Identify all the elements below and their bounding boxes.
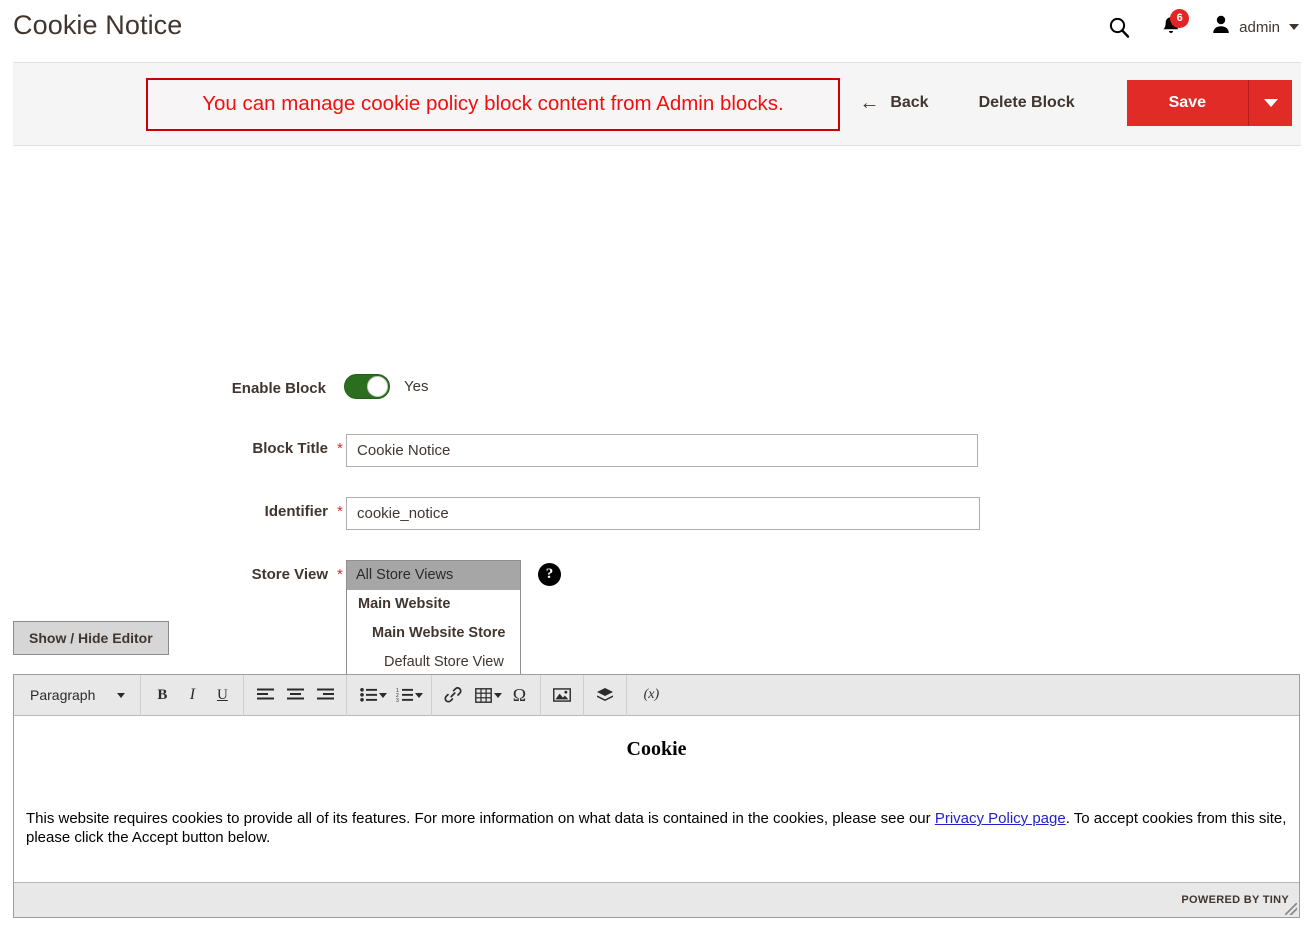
store-view-label: Store View [218,560,328,584]
notification-count-badge: 6 [1170,9,1189,28]
delete-block-button[interactable]: Delete Block [943,86,1101,120]
field-enable-block: Enable Block Yes [218,374,428,399]
store-view-option-website[interactable]: Main Website [347,590,520,619]
show-hide-editor-button[interactable]: Show / Hide Editor [13,621,169,655]
field-block-title: Block Title * [218,434,978,467]
help-circle-icon[interactable]: ? [538,563,561,586]
align-center-icon[interactable] [280,681,310,710]
align-right-icon[interactable] [310,681,340,710]
search-icon [1107,15,1131,39]
content-editor-section: Show / Hide Editor Paragraph B I U [13,621,1300,918]
bold-icon[interactable]: B [147,681,177,710]
toolbar-group-format: Paragraph [18,675,141,716]
chevron-down-icon [1264,99,1278,107]
save-split-button: Save [1127,80,1292,126]
header-actions: 6 admin [1093,11,1301,43]
underline-icon[interactable]: U [207,681,237,710]
bell-icon: 6 [1159,14,1183,40]
page-header: Cookie Notice 6 [0,0,1313,62]
user-avatar-icon [1211,14,1231,40]
chevron-down-icon[interactable] [415,693,423,698]
link-icon[interactable] [438,681,468,710]
editor-heading: Cookie [26,738,1287,761]
save-options-button[interactable] [1248,80,1292,126]
insert-image-icon[interactable] [547,681,577,710]
toolbar-group-lists: 1 2 3 [347,675,432,716]
format-select-value: Paragraph [30,687,95,703]
page-actions-toolbar: You can manage cookie policy block conte… [13,62,1301,146]
identifier-input[interactable] [346,497,980,530]
save-button[interactable]: Save [1127,80,1248,126]
toggle-knob [367,376,388,397]
toolbar-group-variable: (x) [627,675,675,716]
wysiwyg-editor: Paragraph B I U [13,674,1300,918]
insert-variable-icon[interactable]: (x) [633,681,669,710]
toolbar-group-media [541,675,584,716]
page-action-buttons: ← Back Delete Block Save [845,77,1292,129]
toolbar-group-insert: Ω [432,675,541,716]
field-identifier: Identifier * [218,497,980,530]
chevron-down-icon [1289,24,1299,30]
italic-icon[interactable]: I [177,681,207,710]
identifier-label: Identifier [218,497,328,521]
editor-toolbar: Paragraph B I U [14,675,1299,716]
chevron-down-icon[interactable] [379,693,387,698]
editor-status-bar: POWERED BY TINY [14,882,1299,917]
annotation-text: You can manage cookie policy block conte… [202,93,784,116]
arrow-left-icon: ← [859,93,879,113]
enable-block-value: Yes [404,378,428,395]
enable-block-label: Enable Block [218,374,326,398]
align-left-icon[interactable] [250,681,280,710]
required-marker: * [328,434,346,458]
annotation-callout: You can manage cookie policy block conte… [146,78,840,131]
search-button[interactable] [1093,11,1145,43]
block-title-label: Block Title [218,434,328,458]
store-view-option-all[interactable]: All Store Views [347,561,520,590]
svg-text:3: 3 [396,698,399,702]
privacy-policy-link[interactable]: Privacy Policy page [935,810,1066,827]
chevron-down-icon[interactable] [494,693,502,698]
toolbar-group-style: B I U [141,675,244,716]
enable-block-toggle[interactable] [344,374,390,399]
special-character-icon[interactable]: Ω [504,681,534,710]
editor-content-area[interactable]: Cookie This website requires cookies to … [14,716,1299,882]
required-marker: * [328,560,346,584]
editor-paragraph: This website requires cookies to provide… [26,810,1287,848]
admin-user-name: admin [1239,19,1280,36]
back-button-label: Back [890,94,928,112]
resize-handle-icon[interactable] [1285,903,1297,915]
admin-menu[interactable]: admin [1197,14,1301,40]
required-marker: * [328,497,346,521]
notifications-button[interactable]: 6 [1145,11,1197,43]
block-title-input[interactable] [346,434,978,467]
page-title: Cookie Notice [13,10,182,41]
tinymce-brand-label: POWERED BY TINY [1181,894,1289,906]
chevron-down-icon [117,693,125,698]
insert-widget-icon[interactable] [590,681,620,710]
back-button[interactable]: ← Back [845,85,942,121]
toolbar-group-widget [584,675,627,716]
paragraph-text-before: This website requires cookies to provide… [26,810,935,827]
format-select[interactable]: Paragraph [24,687,134,703]
toolbar-group-align [244,675,347,716]
